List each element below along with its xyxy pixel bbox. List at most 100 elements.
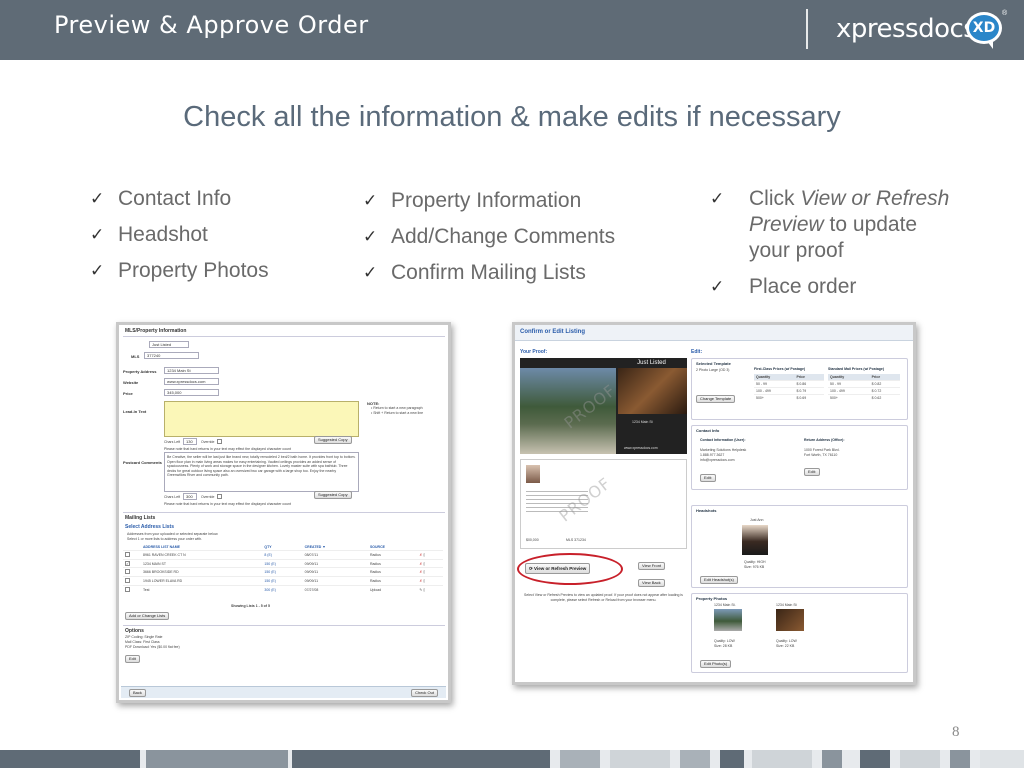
delete-icon[interactable]: ✗ bbox=[419, 570, 422, 574]
table-row: 100 - 499 $ 0.72 bbox=[828, 387, 900, 395]
change-template-button[interactable]: Change Template bbox=[696, 395, 736, 403]
listing-form-screenshot: MLS/Property Information Just Listed MLS… bbox=[116, 322, 451, 703]
logo-text: xpressdocs bbox=[836, 14, 977, 44]
strip-block bbox=[900, 750, 940, 768]
slide-subtitle: Check all the information & make edits i… bbox=[183, 101, 841, 133]
override-checkbox[interactable] bbox=[217, 494, 222, 499]
lead-in-textarea[interactable] bbox=[164, 401, 359, 437]
add-change-lists-button[interactable]: Add or Change Lists bbox=[125, 612, 170, 620]
slide-title: Preview & Approve Order bbox=[54, 11, 369, 39]
check-out-button[interactable]: Check Out bbox=[411, 689, 438, 697]
contact-line: Marketing Solutions Helpdesk bbox=[700, 448, 747, 452]
address-field[interactable]: 1234 Main St bbox=[164, 367, 219, 374]
return-line: 1000 Forest Park Blvd. bbox=[804, 448, 840, 452]
divider bbox=[123, 512, 445, 513]
suggested-copy-button[interactable]: Suggested Copy bbox=[314, 491, 352, 499]
table-row: 50 - 99 $ 0.82 bbox=[828, 380, 900, 388]
comments-textarea[interactable]: Be Creative, the seller will be last jus… bbox=[164, 452, 359, 492]
row-checkbox[interactable] bbox=[125, 587, 130, 592]
photo-size: Size: 28 KB bbox=[714, 644, 733, 648]
section-title: MLS/Property Information bbox=[125, 328, 187, 334]
checklist-column-1: ✓ Contact Info ✓ Headshot ✓ Property Photos bbox=[90, 186, 269, 294]
photo-label: 1234 Main St. bbox=[714, 603, 736, 607]
edit-contact-button[interactable]: Edit: bbox=[700, 474, 717, 482]
return-address-label: Return Address (Office): bbox=[804, 438, 845, 442]
option-line: Mail Class: First Class bbox=[125, 640, 160, 644]
override-checkbox[interactable] bbox=[217, 439, 222, 444]
row-checkbox[interactable] bbox=[125, 552, 130, 557]
file-icon[interactable]: ▯ bbox=[423, 579, 425, 583]
strip-block bbox=[980, 750, 1024, 768]
checklist-item: ✓ Property Information bbox=[363, 189, 582, 212]
table-row: 1945 LOWER ELAVA RD 150 (E) 09/09/11 Rad… bbox=[123, 576, 443, 586]
override-label: Override bbox=[201, 440, 215, 444]
checkmark-icon: ✓ bbox=[363, 263, 378, 282]
contact-user-label: Contact Information (User): bbox=[700, 438, 746, 442]
header-divider bbox=[806, 9, 808, 49]
row-checkbox[interactable] bbox=[125, 578, 130, 583]
row-checkbox[interactable]: ✓ bbox=[125, 561, 130, 566]
chars-left-field: 300 bbox=[183, 493, 197, 500]
table-row: Test 300 (E) 07/27/08 Upload ✎ ▯ bbox=[123, 585, 443, 594]
option-line: PDF Download: Yes ($0.00 flat fee) bbox=[125, 645, 180, 649]
delete-icon[interactable]: ✗ bbox=[419, 562, 422, 566]
form-footer: Back Check Out bbox=[121, 686, 446, 698]
photo-quality: Quality: LOW bbox=[776, 639, 797, 643]
price-label: Price bbox=[123, 391, 133, 396]
property-photo-1[interactable] bbox=[714, 609, 742, 631]
delete-icon[interactable]: ✗ bbox=[419, 553, 422, 557]
strip-block bbox=[822, 750, 842, 768]
table-row: 50 - 99 $ 0.86 bbox=[754, 380, 824, 388]
file-icon[interactable]: ▯ bbox=[423, 562, 425, 566]
contact-line: info@xpressdocs.com bbox=[700, 458, 735, 462]
mls-field[interactable]: 377240 bbox=[144, 352, 199, 359]
interior-photo bbox=[618, 368, 687, 414]
checkmark-icon: ✓ bbox=[90, 225, 105, 244]
strip-block bbox=[146, 750, 288, 768]
price-field[interactable]: 345,000 bbox=[164, 389, 219, 396]
checklist-item: ✓ Property Photos bbox=[90, 259, 269, 282]
proof-banner: Just Listed bbox=[637, 360, 666, 366]
headshots-panel: Headshots Just Ann Quality: HIGH Size: 9… bbox=[691, 505, 908, 588]
proof-website: www.xpressdocs.com bbox=[624, 446, 658, 450]
panel-title: Headshots bbox=[696, 508, 717, 513]
options-edit-button[interactable]: Edit bbox=[125, 655, 140, 663]
edit-pencil-icon[interactable]: ✎ bbox=[419, 588, 422, 592]
lead-in-label: Lead-In Text bbox=[123, 409, 147, 414]
headshot-size: Size: 976 KB bbox=[744, 565, 765, 569]
checklist-item: ✓ Contact Info bbox=[90, 187, 232, 210]
view-front-button[interactable]: View Front bbox=[638, 562, 666, 570]
view-back-button[interactable]: View Back bbox=[638, 579, 665, 587]
file-icon[interactable]: ▯ bbox=[423, 553, 425, 557]
chars-left-label: Chars Left bbox=[164, 440, 181, 444]
panel-title: Property Photos bbox=[696, 596, 728, 601]
select-hint: Addresses from your uploaded or selected… bbox=[127, 532, 219, 536]
template-field[interactable]: Just Listed bbox=[149, 341, 189, 348]
edit-photos-button[interactable]: Edit Photo(s) bbox=[700, 660, 732, 668]
edit-return-button[interactable]: Edit: bbox=[804, 468, 821, 476]
edit-label: Edit: bbox=[691, 349, 703, 355]
file-icon[interactable]: ▯ bbox=[423, 570, 425, 574]
file-icon[interactable]: ▯ bbox=[423, 588, 425, 592]
divider bbox=[123, 336, 445, 337]
back-button[interactable]: Back bbox=[129, 689, 146, 697]
checkmark-icon: ✓ bbox=[363, 191, 378, 210]
row-checkbox[interactable] bbox=[125, 569, 130, 574]
edit-headshots-button[interactable]: Edit Headshot(s) bbox=[700, 576, 738, 584]
headshot-quality: Quality: HIGH bbox=[744, 560, 766, 564]
table-row: 500+ $ 0.69 bbox=[754, 394, 824, 401]
delete-icon[interactable]: ✗ bbox=[419, 579, 422, 583]
property-photo-2[interactable] bbox=[776, 609, 804, 631]
checkmark-icon: ✓ bbox=[90, 189, 105, 208]
headshot-image[interactable] bbox=[742, 525, 768, 555]
photo-quality: Quality: LOW bbox=[714, 639, 735, 643]
suggested-copy-button[interactable]: Suggested Copy bbox=[314, 436, 352, 444]
website-field[interactable]: www.xpressdocs.com bbox=[164, 378, 219, 385]
address-lists-table: ADDRESS LIST NAME QTY CREATED ▼ SOURCE 8… bbox=[123, 544, 443, 594]
strip-block bbox=[680, 750, 710, 768]
checklist-item: ✓ Place order bbox=[710, 275, 857, 298]
photo-label: 1234 Main St bbox=[776, 603, 797, 607]
divider bbox=[123, 625, 445, 626]
confirm-listing-screenshot: Confirm or Edit Listing Your Proof: Edit… bbox=[512, 322, 916, 685]
hint-text: Please note that hard returns in your te… bbox=[164, 447, 291, 451]
